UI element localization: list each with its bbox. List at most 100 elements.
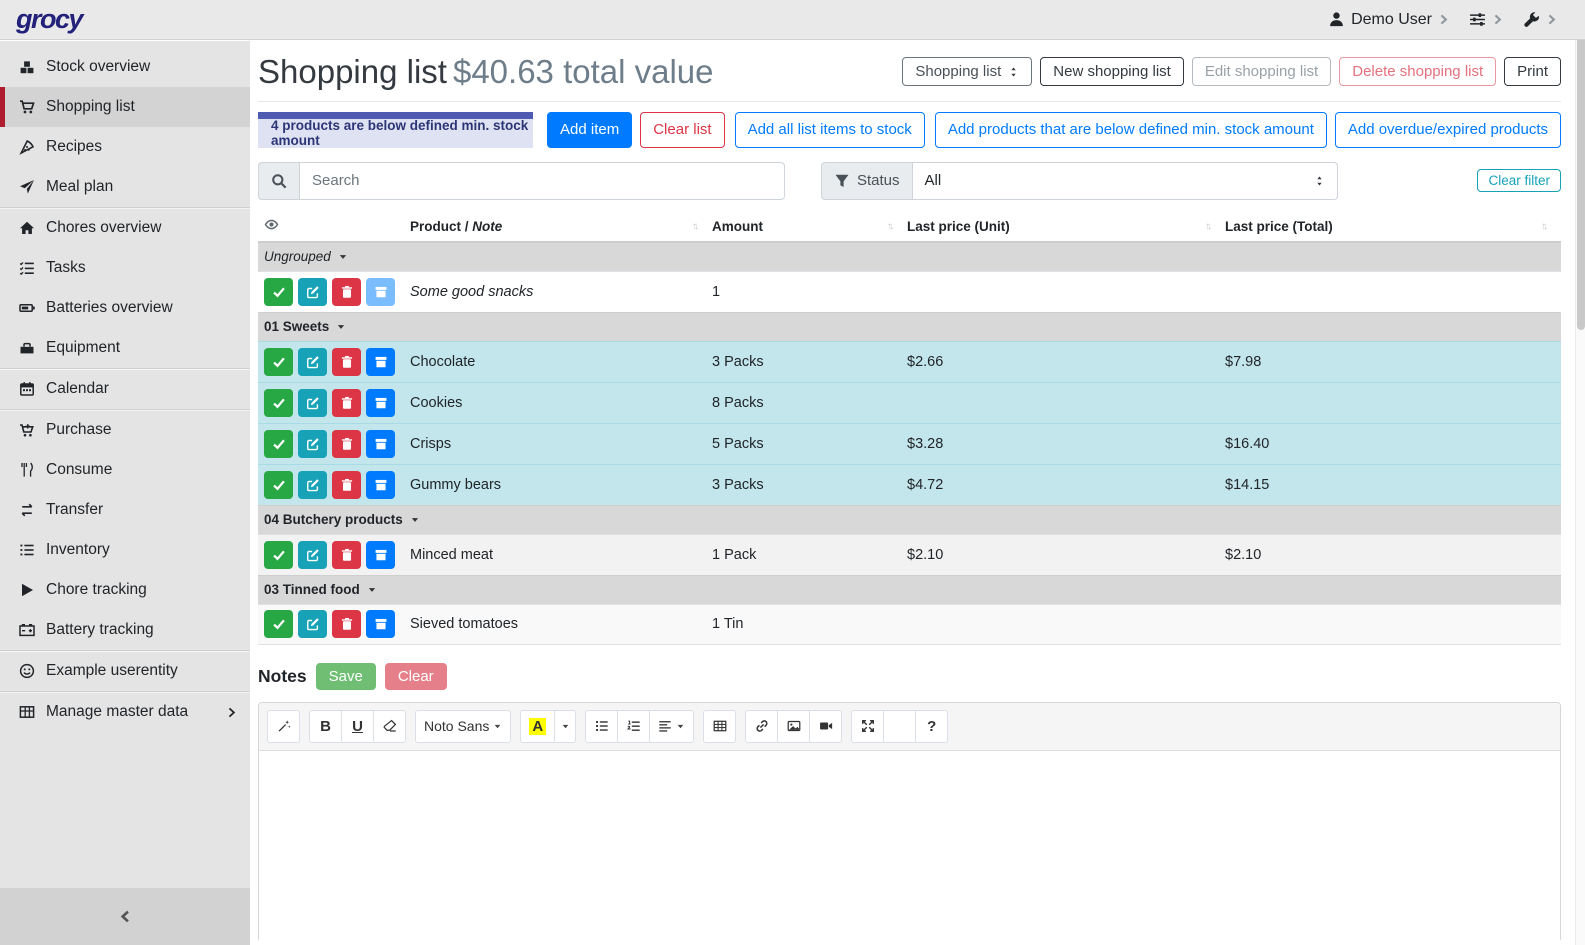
edit-item-button[interactable] <box>298 471 327 499</box>
sidebar-item-manage-master-data[interactable]: Manage master data <box>0 692 250 732</box>
delete-item-button[interactable] <box>332 471 361 499</box>
add-overdue-button[interactable]: Add overdue/expired products <box>1335 112 1561 148</box>
sidebar-item-consume[interactable]: Consume <box>0 450 250 490</box>
confirm-done-button[interactable] <box>264 348 293 376</box>
insert-table-button[interactable] <box>703 710 736 743</box>
insert-picture-button[interactable] <box>777 710 810 743</box>
confirm-done-button[interactable] <box>264 610 293 638</box>
product-details-button[interactable] <box>366 278 395 306</box>
group-header-ungrouped[interactable]: Ungrouped <box>258 242 1561 271</box>
edit-item-button[interactable] <box>298 278 327 306</box>
confirm-done-button[interactable] <box>264 541 293 569</box>
clear-filter-button[interactable]: Clear filter <box>1477 169 1561 192</box>
ordered-list-button[interactable] <box>617 710 650 743</box>
edit-item-button[interactable] <box>298 610 327 638</box>
paragraph-style-button[interactable] <box>649 710 694 743</box>
sidebar-item-tasks[interactable]: Tasks <box>0 248 250 288</box>
add-item-button[interactable]: Add item <box>547 112 632 148</box>
sidebar-item-purchase[interactable]: Purchase <box>0 410 250 450</box>
settings-menu[interactable] <box>1469 11 1503 28</box>
sidebar-item-chore-tracking[interactable]: Chore tracking <box>0 570 250 610</box>
sidebar-item-chores-overview[interactable]: Chores overview <box>0 208 250 248</box>
column-header-amount[interactable]: Amount ↑↓ <box>712 219 907 234</box>
edit-item-button[interactable] <box>298 389 327 417</box>
updown-icon <box>1314 174 1325 188</box>
scrollbar-thumb[interactable] <box>1577 0 1585 330</box>
edit-shopping-list-button[interactable]: Edit shopping list <box>1192 57 1331 86</box>
delete-item-button[interactable] <box>332 541 361 569</box>
edit-item-button[interactable] <box>298 430 327 458</box>
sidebar-item-stock-overview[interactable]: Stock overview <box>0 47 250 87</box>
product-details-button[interactable] <box>366 541 395 569</box>
user-menu[interactable]: Demo User <box>1328 11 1449 29</box>
sidebar-item-meal-plan[interactable]: Meal plan <box>0 167 250 207</box>
eraser-button[interactable] <box>373 710 406 743</box>
code-view-button[interactable] <box>883 710 916 743</box>
insert-link-button[interactable] <box>745 710 778 743</box>
confirm-done-button[interactable] <box>264 278 293 306</box>
delete-item-button[interactable] <box>332 389 361 417</box>
delete-item-button[interactable] <box>332 278 361 306</box>
edit-item-button[interactable] <box>298 541 327 569</box>
add-all-to-stock-button[interactable]: Add all list items to stock <box>735 112 925 148</box>
sidebar-item-example-userentity[interactable]: Example userentity <box>0 651 250 691</box>
sidebar-item-batteries-overview[interactable]: Batteries overview <box>0 288 250 328</box>
group-header-01-sweets[interactable]: 01 Sweets <box>258 312 1561 341</box>
product-details-button[interactable] <box>366 348 395 376</box>
product-details-button[interactable] <box>366 610 395 638</box>
group-header-04-butchery-products[interactable]: 04 Butchery products <box>258 505 1561 534</box>
status-select[interactable]: All <box>912 162 1338 200</box>
print-button[interactable]: Print <box>1504 57 1561 86</box>
confirm-done-button[interactable] <box>264 430 293 458</box>
app-logo[interactable]: grocy <box>16 4 82 35</box>
shopping-list-select[interactable]: Shopping list <box>902 57 1032 86</box>
notes-clear-button[interactable]: Clear <box>385 663 447 690</box>
check-icon <box>272 478 286 492</box>
column-header-price-unit[interactable]: Last price (Unit) ↑↓ <box>907 219 1225 234</box>
editor-toolbar: BU Noto Sans A? <box>259 703 1560 751</box>
visibility-column-header[interactable] <box>258 217 410 235</box>
product-details-button[interactable] <box>366 471 395 499</box>
table-header-row: Product / Note ↑↓ Amount ↑↓ Last price (… <box>258 212 1561 242</box>
notes-save-button[interactable]: Save <box>316 663 376 690</box>
confirm-done-button[interactable] <box>264 389 293 417</box>
edit-item-button[interactable] <box>298 348 327 376</box>
search-input[interactable] <box>299 162 785 200</box>
delete-item-button[interactable] <box>332 430 361 458</box>
fullscreen-button[interactable] <box>851 710 884 743</box>
editor-content-area[interactable] <box>259 751 1560 945</box>
delete-shopping-list-button[interactable]: Delete shopping list <box>1339 57 1496 86</box>
magic-style-button[interactable] <box>267 710 300 743</box>
delete-item-button[interactable] <box>332 348 361 376</box>
admin-tools-menu[interactable] <box>1523 11 1557 28</box>
help-button[interactable]: ? <box>915 710 948 743</box>
new-shopping-list-button[interactable]: New shopping list <box>1040 57 1184 86</box>
text-color-button[interactable]: A <box>520 710 555 743</box>
sidebar-item-equipment[interactable]: Equipment <box>0 328 250 368</box>
unordered-list-button[interactable] <box>585 710 618 743</box>
add-below-min-button[interactable]: Add products that are below defined min.… <box>935 112 1327 148</box>
text-color-caret[interactable] <box>554 710 576 743</box>
shopping-list-row-crisps: Crisps5 Packs$3.28$16.40 <box>258 423 1561 464</box>
clear-list-button[interactable]: Clear list <box>640 112 724 148</box>
insert-video-button[interactable] <box>809 710 842 743</box>
sidebar-item-inventory[interactable]: Inventory <box>0 530 250 570</box>
sidebar-item-recipes[interactable]: Recipes <box>0 127 250 167</box>
delete-item-button[interactable] <box>332 610 361 638</box>
sidebar-collapse-button[interactable] <box>0 888 250 945</box>
bold-button[interactable]: B <box>309 710 342 743</box>
column-header-price-total[interactable]: Last price (Total) ↑↓ <box>1225 219 1561 234</box>
product-details-button[interactable] <box>366 389 395 417</box>
sidebar-item-label: Example userentity <box>46 662 178 680</box>
sidebar-item-calendar[interactable]: Calendar <box>0 369 250 409</box>
sidebar-item-shopping-list[interactable]: Shopping list <box>0 87 250 127</box>
sidebar-item-transfer[interactable]: Transfer <box>0 490 250 530</box>
underline-button[interactable]: U <box>341 710 374 743</box>
group-header-03-tinned-food[interactable]: 03 Tinned food <box>258 575 1561 604</box>
product-details-button[interactable] <box>366 430 395 458</box>
confirm-done-button[interactable] <box>264 471 293 499</box>
sort-icon: ↑↓ <box>887 221 891 232</box>
column-header-product[interactable]: Product / Note ↑↓ <box>410 219 712 234</box>
sidebar-item-battery-tracking[interactable]: Battery tracking <box>0 610 250 650</box>
font-name-select[interactable]: Noto Sans <box>415 710 511 743</box>
